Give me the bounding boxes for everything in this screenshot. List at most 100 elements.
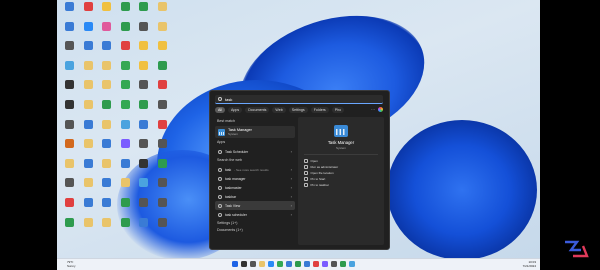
- desktop-shortcut-icon[interactable]: [61, 2, 79, 22]
- desktop-shortcut-icon[interactable]: [135, 119, 153, 140]
- desktop-shortcut-icon[interactable]: [61, 217, 79, 238]
- desktop-shortcut-icon[interactable]: [117, 99, 135, 120]
- desktop-shortcut-icon[interactable]: [80, 217, 98, 238]
- desktop-shortcut-icon[interactable]: [98, 139, 116, 159]
- desktop-shortcut-icon[interactable]: [98, 60, 116, 81]
- desktop-shortcut-icon[interactable]: [98, 197, 116, 218]
- tab-apps[interactable]: Apps: [228, 106, 243, 113]
- desktop-shortcut-icon[interactable]: [154, 158, 172, 179]
- section-settings[interactable]: Settings (1+): [217, 221, 295, 226]
- desktop-shortcut-icon[interactable]: [98, 41, 116, 61]
- desktop-shortcut-icon[interactable]: [80, 80, 98, 100]
- desktop-shortcut-icon[interactable]: [154, 217, 172, 238]
- section-documents[interactable]: Documents (1+): [217, 228, 295, 233]
- desktop-shortcut-icon[interactable]: [117, 2, 135, 22]
- desktop-shortcut-icon[interactable]: [135, 41, 153, 61]
- tab-web[interactable]: Web: [272, 106, 286, 113]
- search-icon[interactable]: [241, 261, 247, 267]
- desktop-shortcut-icon[interactable]: [154, 139, 172, 159]
- web-result[interactable]: task scheduler ›: [215, 210, 295, 219]
- desktop-shortcut-icon[interactable]: [135, 21, 153, 42]
- file-explorer-icon[interactable]: [259, 261, 265, 267]
- app-icon[interactable]: [349, 261, 355, 267]
- desktop-shortcut-icon[interactable]: [80, 119, 98, 140]
- desktop-shortcut-icon[interactable]: [154, 80, 172, 100]
- desktop-shortcut-icon[interactable]: [154, 2, 172, 22]
- desktop-shortcut-icon[interactable]: [98, 80, 116, 100]
- desktop-shortcut-icon[interactable]: [61, 80, 79, 100]
- weather-widget[interactable]: 79°F Sunny: [67, 260, 76, 268]
- desktop-shortcut-icon[interactable]: [135, 197, 153, 218]
- web-result-selected[interactable]: Task View ›: [215, 201, 295, 210]
- tab-folders[interactable]: Folders: [310, 106, 329, 113]
- desktop-shortcut-icon[interactable]: [117, 119, 135, 140]
- action-run-as-admin[interactable]: Run as administrator: [304, 165, 338, 169]
- best-match-result[interactable]: Task Manager System: [215, 126, 295, 138]
- desktop-shortcut-icon[interactable]: [80, 178, 98, 198]
- edge-icon[interactable]: [268, 261, 274, 267]
- desktop-shortcut-icon[interactable]: [98, 178, 116, 198]
- desktop-shortcut-icon[interactable]: [61, 60, 79, 81]
- excel-icon[interactable]: [295, 261, 301, 267]
- task-view-icon[interactable]: [250, 261, 256, 267]
- web-result[interactable]: taskbar ›: [215, 192, 295, 201]
- desktop-shortcut-icon[interactable]: [61, 197, 79, 218]
- desktop-shortcut-icon[interactable]: [117, 158, 135, 179]
- tab-documents[interactable]: Documents: [245, 106, 270, 113]
- desktop-shortcut-icon[interactable]: [117, 60, 135, 81]
- desktop-shortcut-icon[interactable]: [154, 119, 172, 140]
- store-icon[interactable]: [286, 261, 292, 267]
- desktop-shortcut-icon[interactable]: [98, 158, 116, 179]
- desktop-shortcut-icon[interactable]: [117, 41, 135, 61]
- desktop-shortcut-icon[interactable]: [61, 41, 79, 61]
- desktop-shortcut-icon[interactable]: [117, 197, 135, 218]
- desktop-shortcut-icon[interactable]: [80, 21, 98, 42]
- web-result[interactable]: taskmaster ›: [215, 183, 295, 192]
- desktop-shortcut-icon[interactable]: [61, 158, 79, 179]
- desktop-shortcut-icon[interactable]: [61, 99, 79, 120]
- desktop-shortcut-icon[interactable]: [117, 217, 135, 238]
- desktop-shortcut-icon[interactable]: [61, 119, 79, 140]
- clock[interactable]: 10:03 7/21/2024: [523, 260, 536, 268]
- action-pin-to-start[interactable]: Pin to Start: [304, 177, 325, 181]
- desktop-shortcut-icon[interactable]: [80, 60, 98, 81]
- desktop-shortcut-icon[interactable]: [154, 21, 172, 42]
- search-box[interactable]: task: [215, 95, 383, 104]
- desktop-shortcut-icon[interactable]: [135, 178, 153, 198]
- action-pin-to-taskbar[interactable]: Pin to taskbar: [304, 183, 329, 187]
- copilot-icon[interactable]: [378, 107, 383, 112]
- desktop-shortcut-icon[interactable]: [117, 80, 135, 100]
- desktop-shortcut-icon[interactable]: [80, 99, 98, 120]
- app-icon[interactable]: [313, 261, 319, 267]
- more-options-icon[interactable]: ···: [371, 107, 375, 112]
- desktop-shortcut-icon[interactable]: [80, 158, 98, 179]
- desktop-shortcut-icon[interactable]: [135, 60, 153, 81]
- desktop-shortcut-icon[interactable]: [135, 80, 153, 100]
- app-icon[interactable]: [340, 261, 346, 267]
- app-result[interactable]: Task Scheduler ›: [215, 147, 295, 156]
- desktop-shortcut-icon[interactable]: [80, 2, 98, 22]
- desktop-shortcut-icon[interactable]: [154, 178, 172, 198]
- desktop-shortcut-icon[interactable]: [117, 21, 135, 42]
- desktop-shortcut-icon[interactable]: [135, 139, 153, 159]
- desktop-shortcut-icon[interactable]: [61, 139, 79, 159]
- desktop-shortcut-icon[interactable]: [61, 21, 79, 42]
- desktop-shortcut-icon[interactable]: [61, 178, 79, 198]
- web-result[interactable]: task - See more search results ›: [215, 165, 295, 174]
- desktop-shortcut-icon[interactable]: [135, 2, 153, 22]
- web-result[interactable]: task manager ›: [215, 174, 295, 183]
- start-icon[interactable]: [232, 261, 238, 267]
- desktop-shortcut-icon[interactable]: [80, 197, 98, 218]
- desktop-shortcut-icon[interactable]: [117, 178, 135, 198]
- desktop-shortcut-icon[interactable]: [98, 217, 116, 238]
- app-icon[interactable]: [322, 261, 328, 267]
- desktop-shortcut-icon[interactable]: [80, 139, 98, 159]
- desktop-shortcut-icon[interactable]: [80, 41, 98, 61]
- chrome-icon[interactable]: [277, 261, 283, 267]
- desktop-shortcut-icon[interactable]: [98, 21, 116, 42]
- search-input[interactable]: task: [225, 97, 232, 102]
- action-open-file-location[interactable]: Open file location: [304, 171, 334, 175]
- tab-settings[interactable]: Settings: [288, 106, 308, 113]
- desktop-shortcut-icon[interactable]: [154, 60, 172, 81]
- desktop-shortcut-icon[interactable]: [135, 158, 153, 179]
